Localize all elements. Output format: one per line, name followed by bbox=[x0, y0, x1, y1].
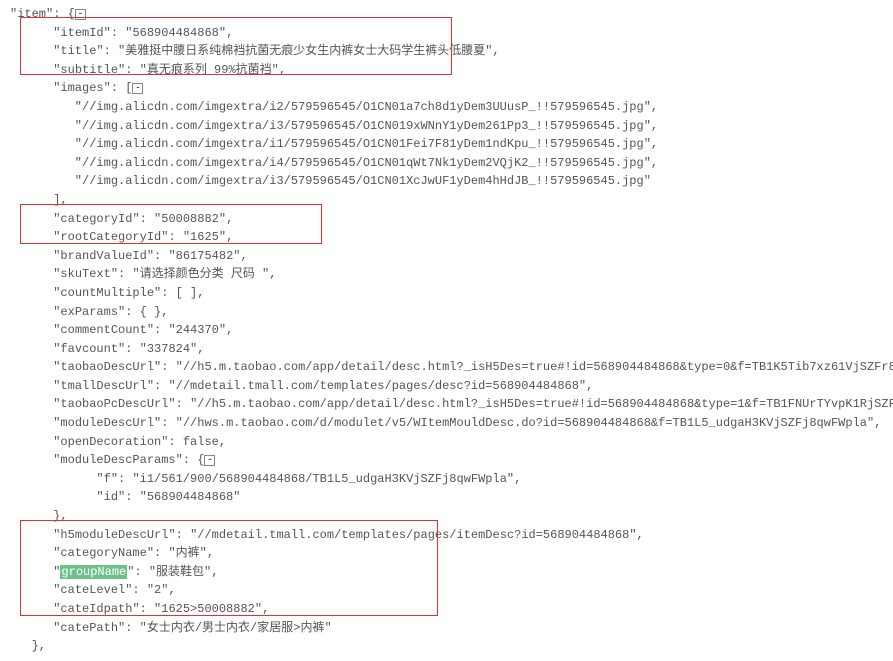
json-line: "favcount": "337824", bbox=[10, 340, 883, 359]
search-highlight: groupName bbox=[60, 565, 127, 579]
json-line: "taobaoDescUrl": "//h5.m.taobao.com/app/… bbox=[10, 358, 883, 377]
json-line: ], bbox=[10, 191, 883, 210]
json-line: "title": "美雅挺中腰日系纯棉裆抗菌无痕少女生内裤女士大码学生裤头低腰夏… bbox=[10, 42, 883, 61]
json-line: "itemId": "568904484868", bbox=[10, 24, 883, 43]
json-line: }, bbox=[10, 637, 883, 656]
json-line: "//img.alicdn.com/imgextra/i4/579596545/… bbox=[10, 154, 883, 173]
json-line: "rootCategoryId": "1625", bbox=[10, 228, 883, 247]
json-line: "h5moduleDescUrl": "//mdetail.tmall.com/… bbox=[10, 526, 883, 545]
json-line: "tmallDescUrl": "//mdetail.tmall.com/tem… bbox=[10, 377, 883, 396]
collapse-toggle-icon[interactable]: - bbox=[75, 9, 86, 20]
json-line: "skuText": "请选择颜色分类 尺码 ", bbox=[10, 265, 883, 284]
json-line: "moduleDescUrl": "//hws.m.taobao.com/d/m… bbox=[10, 414, 883, 433]
json-line: "commentCount": "244370", bbox=[10, 321, 883, 340]
json-line: "categoryName": "内裤", bbox=[10, 544, 883, 563]
json-line: "item": {- bbox=[10, 5, 883, 24]
json-line: "id": "568904484868" bbox=[10, 488, 883, 507]
json-line: "//img.alicdn.com/imgextra/i2/579596545/… bbox=[10, 98, 883, 117]
json-line: "groupName": "服装鞋包", bbox=[10, 563, 883, 582]
collapse-toggle-icon[interactable]: - bbox=[132, 83, 143, 94]
json-line: "//img.alicdn.com/imgextra/i3/579596545/… bbox=[10, 117, 883, 136]
json-line: "f": "i1/561/900/568904484868/TB1L5_udga… bbox=[10, 470, 883, 489]
json-line: "cateLevel": "2", bbox=[10, 581, 883, 600]
json-line: "exParams": { }, bbox=[10, 303, 883, 322]
json-line: "openDecoration": false, bbox=[10, 433, 883, 452]
json-line: "cateIdpath": "1625>50008882", bbox=[10, 600, 883, 619]
json-line: }, bbox=[10, 507, 883, 526]
json-line: "categoryId": "50008882", bbox=[10, 210, 883, 229]
json-line: "//img.alicdn.com/imgextra/i3/579596545/… bbox=[10, 172, 883, 191]
json-line: "moduleDescParams": {- bbox=[10, 451, 883, 470]
json-line: "subtitle": "真无痕系列 99%抗菌裆", bbox=[10, 61, 883, 80]
json-line: "catePath": "女士内衣/男士内衣/家居服>内裤" bbox=[10, 619, 883, 638]
json-line: "images": [- bbox=[10, 79, 883, 98]
json-line: "countMultiple": [ ], bbox=[10, 284, 883, 303]
json-viewer: "item": {- "itemId": "568904484868", "ti… bbox=[10, 5, 883, 656]
json-line: "//img.alicdn.com/imgextra/i1/579596545/… bbox=[10, 135, 883, 154]
json-line: "brandValueId": "86175482", bbox=[10, 247, 883, 266]
collapse-toggle-icon[interactable]: - bbox=[204, 455, 215, 466]
json-line: "taobaoPcDescUrl": "//h5.m.taobao.com/ap… bbox=[10, 395, 883, 414]
